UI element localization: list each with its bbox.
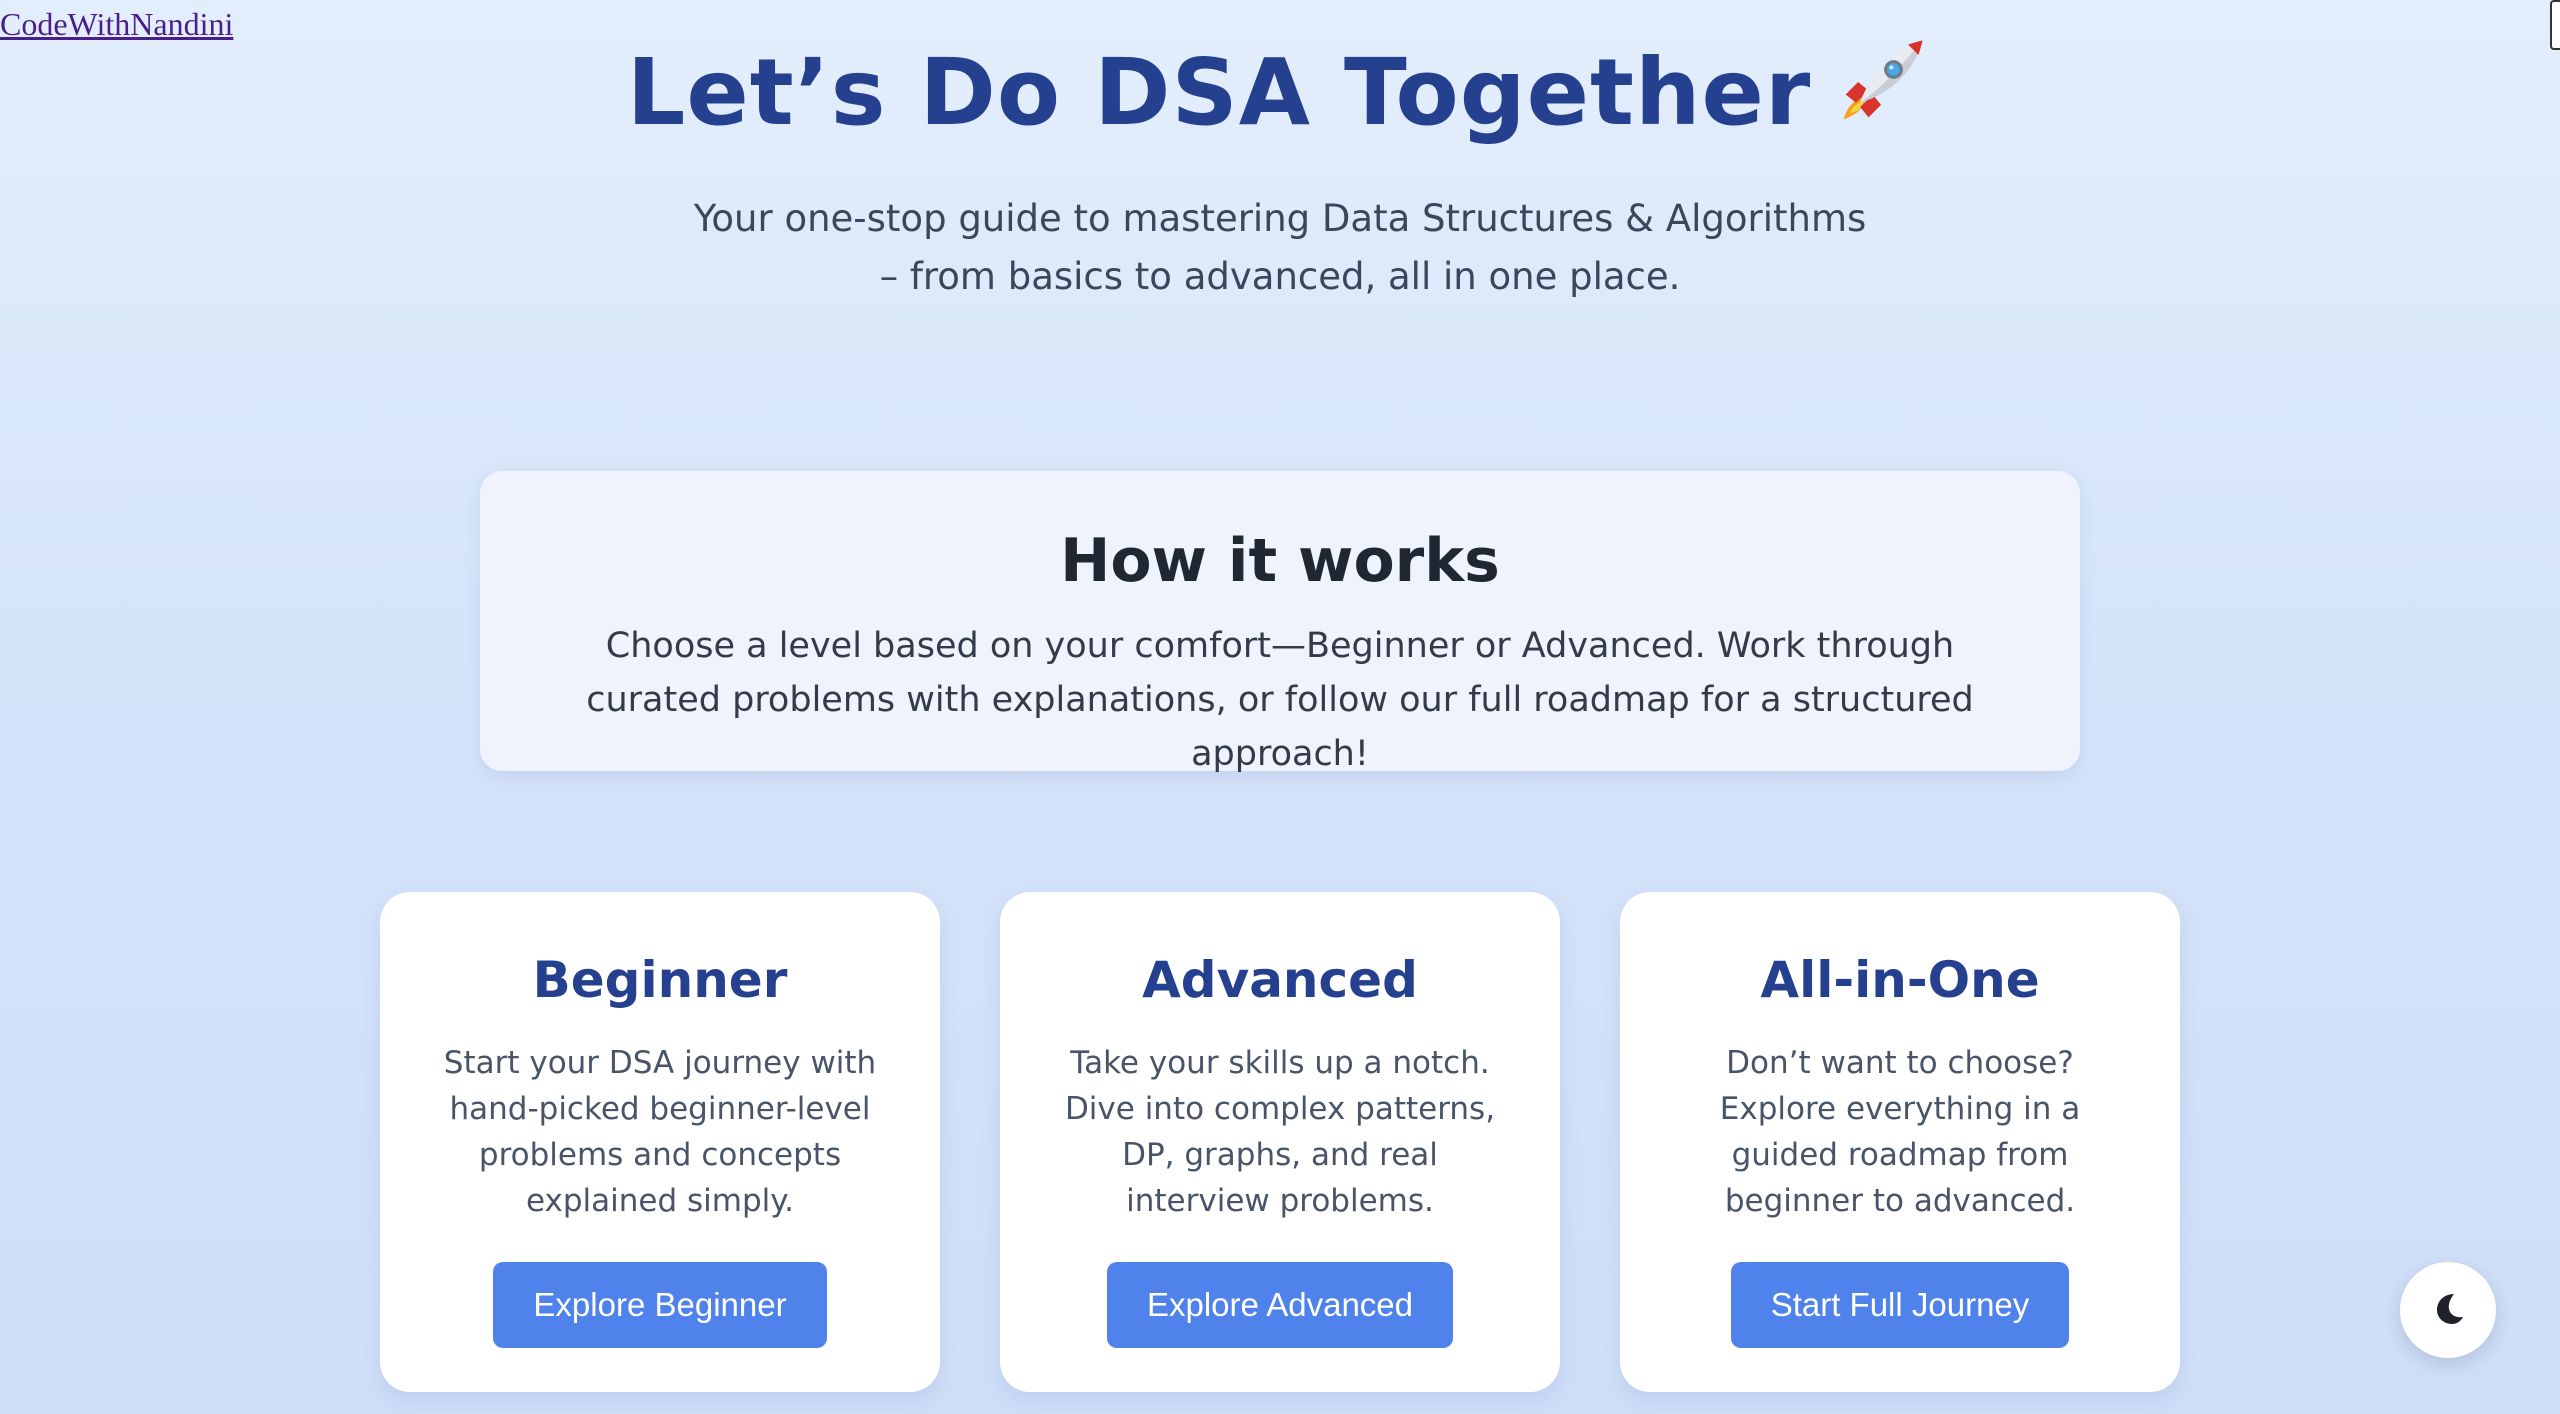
start-full-journey-button[interactable]: Start Full Journey — [1730, 1262, 2070, 1348]
all-in-one-card-description: Don’t want to choose? Explore everything… — [1719, 1045, 2081, 1219]
advanced-card-description: Take your skills up a notch. Dive into c… — [1064, 1045, 1496, 1219]
explore-advanced-button[interactable]: Explore Advanced — [1106, 1262, 1453, 1348]
page-title: Let’s Do DSA Together — [0, 30, 2560, 148]
hero-subtitle: Your one-stop guide to mastering Data St… — [670, 190, 1890, 306]
hero-subtitle-line-2: – from basics to advanced, all in one pl… — [879, 255, 1681, 298]
how-it-works-text: Choose a level based on your comfort—Beg… — [586, 626, 1974, 774]
theme-toggle-button[interactable] — [2400, 1262, 2496, 1358]
how-it-works-title: How it works — [1060, 526, 1500, 596]
rocket-icon — [1829, 30, 1933, 134]
advanced-card-title: Advanced — [1142, 951, 1418, 1009]
all-in-one-card-title: All-in-One — [1760, 951, 2040, 1009]
advanced-card: Advanced Take your skills up a notch. Di… — [1000, 892, 1560, 1392]
beginner-card: Beginner Start your DSA journey with han… — [380, 892, 940, 1392]
hero-subtitle-line-1: Your one-stop guide to mastering Data St… — [693, 197, 1867, 240]
explore-beginner-button[interactable]: Explore Beginner — [493, 1262, 827, 1348]
page-title-text: Let’s Do DSA Together — [626, 39, 1812, 146]
how-it-works-card: How it works Choose a level based on you… — [480, 471, 2080, 774]
beginner-card-description: Start your DSA journey with hand-picked … — [443, 1045, 877, 1219]
hero-section: Let’s Do DSA Together Your one-stop guid… — [0, 30, 2560, 306]
all-in-one-card: All-in-One Don’t want to choose? Explore… — [1620, 892, 2180, 1392]
beginner-card-title: Beginner — [532, 951, 788, 1009]
moon-icon — [2428, 1288, 2468, 1332]
